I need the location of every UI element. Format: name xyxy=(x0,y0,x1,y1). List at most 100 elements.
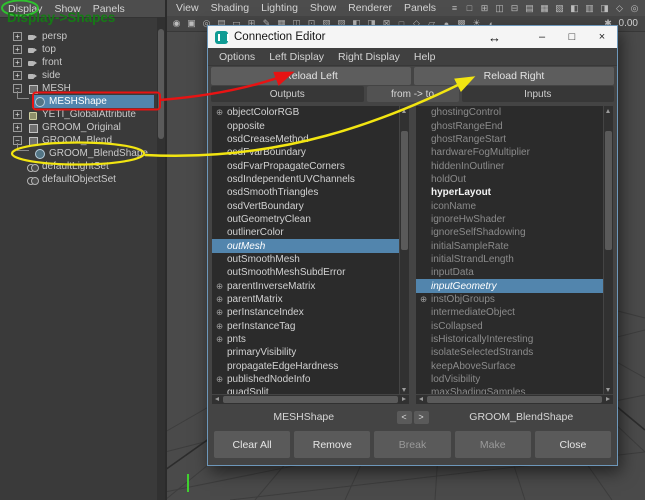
scroll-left-icon[interactable] xyxy=(212,395,221,404)
attribute-row[interactable]: opposite xyxy=(212,119,399,132)
attribute-row[interactable]: ⊕ instObjGroups xyxy=(416,293,603,306)
lock-camera-icon[interactable]: ▣ xyxy=(184,17,199,30)
scrollbar-thumb[interactable] xyxy=(427,396,602,403)
single-pane-icon[interactable]: □ xyxy=(462,2,477,15)
attribute-row[interactable]: ⊕ pnts xyxy=(212,333,399,346)
footer-button[interactable]: Remove xyxy=(294,431,370,458)
attribute-row[interactable]: outGeometryClean xyxy=(212,213,399,226)
attribute-row[interactable]: osdIndependentUVChannels xyxy=(212,173,399,186)
scroll-down-icon[interactable] xyxy=(400,385,409,394)
outliner-item[interactable]: GROOM_BlendShape xyxy=(0,147,156,160)
scroll-down-icon[interactable] xyxy=(604,385,613,394)
scrollbar-thumb[interactable] xyxy=(158,29,164,139)
attribute-row[interactable]: holdOut xyxy=(416,173,603,186)
horizontal-scrollbar[interactable] xyxy=(212,395,409,404)
attribute-row[interactable]: hardwareFogMultiplier xyxy=(416,146,603,159)
outputs-tab[interactable]: Outputs xyxy=(211,86,364,102)
attribute-row[interactable]: outSmoothMesh xyxy=(212,253,399,266)
menu-item[interactable]: Show xyxy=(304,2,342,14)
menu-item[interactable]: Renderer xyxy=(342,2,398,14)
outliner-item[interactable]: + top xyxy=(0,43,156,56)
menu-item[interactable]: Options xyxy=(212,51,262,63)
attribute-row[interactable]: ⊕ perInstanceTag xyxy=(212,320,399,333)
attribute-row[interactable]: ignoreHwShader xyxy=(416,213,603,226)
expander-icon[interactable]: + xyxy=(13,32,22,41)
attribute-row[interactable]: ⊕ publishedNodeInfo xyxy=(212,373,399,386)
attribute-row[interactable]: keepAboveSurface xyxy=(416,360,603,373)
scroll-right-icon[interactable] xyxy=(604,395,613,404)
menu-item[interactable]: Panels xyxy=(87,3,131,15)
scroll-up-icon[interactable] xyxy=(400,106,409,115)
vertical-scrollbar[interactable] xyxy=(604,106,613,394)
minimize-icon[interactable]: – xyxy=(527,26,557,48)
attribute-row[interactable]: ghostRangeEnd xyxy=(416,119,603,132)
attribute-row[interactable]: osdVertBoundary xyxy=(212,199,399,212)
expand-plus-icon[interactable]: ⊕ xyxy=(212,307,227,318)
expand-plus-icon[interactable]: ⊕ xyxy=(212,294,227,305)
attribute-row[interactable]: initialStrandLength xyxy=(416,253,603,266)
scroll-up-icon[interactable] xyxy=(604,106,613,115)
attribute-row[interactable]: outSmoothMeshSubdError xyxy=(212,266,399,279)
menu-item[interactable]: Show xyxy=(48,3,86,15)
attribute-row[interactable]: hiddenInOutliner xyxy=(416,159,603,172)
expander-icon[interactable]: + xyxy=(13,45,22,54)
attribute-row[interactable]: osdFvarPropagateCorners xyxy=(212,159,399,172)
reload-left-button[interactable]: Reload Left xyxy=(211,67,411,85)
attribute-row[interactable]: ignoreSelfShadowing xyxy=(416,226,603,239)
attribute-row[interactable]: outlinerColor xyxy=(212,226,399,239)
menu-item[interactable]: View xyxy=(170,2,205,14)
four-pane-icon[interactable]: ⊞ xyxy=(477,2,492,15)
menu-item[interactable]: Lighting xyxy=(255,2,304,14)
attribute-row[interactable]: osdSmoothTriangles xyxy=(212,186,399,199)
menu-item[interactable]: Right Display xyxy=(331,51,407,63)
expander-icon[interactable]: + xyxy=(13,71,22,80)
attribute-row[interactable]: maxShadingSamples xyxy=(416,386,603,394)
attribute-row[interactable]: iconName xyxy=(416,199,603,212)
scrollbar-thumb[interactable] xyxy=(401,131,408,250)
outliner-item[interactable]: + front xyxy=(0,56,156,69)
outliner-item[interactable]: defaultObjectSet xyxy=(0,173,156,186)
outliner-item[interactable]: + GROOM_Original xyxy=(0,121,156,134)
footer-button[interactable]: Clear All xyxy=(214,431,290,458)
outliner-item[interactable]: + side xyxy=(0,69,156,82)
attribute-row[interactable]: osdFvarBoundary xyxy=(212,146,399,159)
close-icon[interactable]: × xyxy=(587,26,617,48)
footer-button[interactable]: Make xyxy=(455,431,531,458)
select-camera-icon[interactable]: ◉ xyxy=(169,17,184,30)
expand-plus-icon[interactable]: ⊕ xyxy=(212,374,227,385)
expander-icon[interactable]: + xyxy=(13,110,22,119)
attribute-row[interactable]: isCollapsed xyxy=(416,320,603,333)
panel-layout-icon[interactable]: ≡ xyxy=(447,2,462,15)
expander-icon[interactable]: + xyxy=(13,58,22,67)
outliner-item[interactable]: MESHShape xyxy=(0,95,156,108)
scrollbar-thumb[interactable] xyxy=(223,396,398,403)
attribute-row[interactable]: inputData xyxy=(416,266,603,279)
perspective-icon[interactable]: ◇ xyxy=(612,2,627,15)
vertical-scrollbar[interactable] xyxy=(400,106,409,394)
menu-item[interactable]: Panels xyxy=(398,2,442,14)
attribute-row[interactable]: ⊕ parentInverseMatrix xyxy=(212,279,399,292)
scroll-left-icon[interactable] xyxy=(416,395,425,404)
inputs-tab[interactable]: Inputs xyxy=(462,86,615,102)
footer-button[interactable]: Break xyxy=(374,431,450,458)
expand-plus-icon[interactable]: ⊕ xyxy=(212,107,227,118)
attribute-row[interactable]: ghostingControl xyxy=(416,106,603,119)
menu-item[interactable]: Left Display xyxy=(262,51,331,63)
scroll-right-icon[interactable] xyxy=(400,395,409,404)
expand-plus-icon[interactable]: ⊕ xyxy=(212,334,227,345)
uv-editor-icon[interactable]: ▧ xyxy=(552,2,567,15)
hypershade-icon[interactable]: ▤ xyxy=(522,2,537,15)
attribute-row[interactable]: hyperLayout xyxy=(416,186,603,199)
attribute-row[interactable]: osdCreaseMethod xyxy=(212,133,399,146)
expand-plus-icon[interactable]: ⊕ xyxy=(416,294,431,305)
reload-right-button[interactable]: Reload Right xyxy=(414,67,614,85)
attribute-row[interactable]: isHistoricallyInteresting xyxy=(416,333,603,346)
menu-item[interactable]: Help xyxy=(407,51,443,63)
horizontal-scrollbar[interactable] xyxy=(416,395,613,404)
scrollbar-thumb[interactable] xyxy=(605,131,612,250)
attribute-row[interactable]: ⊕ perInstanceIndex xyxy=(212,306,399,319)
attribute-row[interactable]: quadSplit xyxy=(212,386,399,394)
expand-plus-icon[interactable]: ⊕ xyxy=(212,281,227,292)
two-pane-side-icon[interactable]: ◫ xyxy=(492,2,507,15)
outliner-item[interactable]: + persp xyxy=(0,30,156,43)
